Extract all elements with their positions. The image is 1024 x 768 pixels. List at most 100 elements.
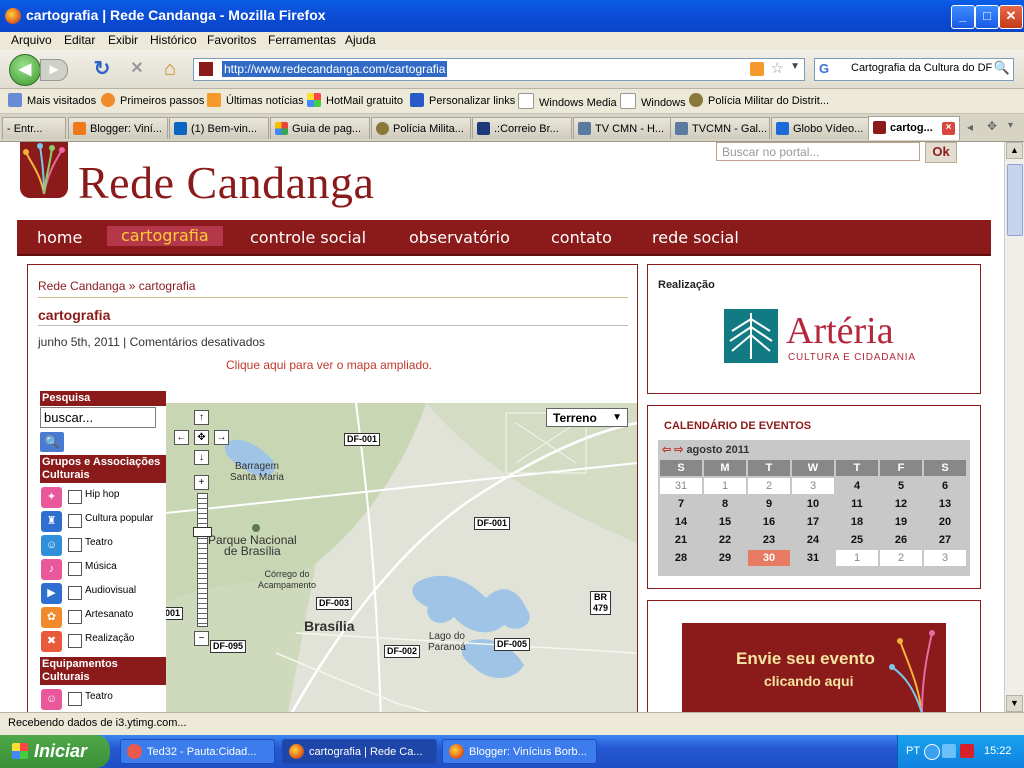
- url-bar[interactable]: http://www.redecandanga.com/cartografia …: [193, 58, 805, 81]
- filter-item-hiphop[interactable]: ✦ Hip hop: [40, 487, 166, 509]
- tab-globo-video[interactable]: Globo Vídeo...: [771, 117, 871, 139]
- portal-search-button[interactable]: Ok: [925, 142, 957, 163]
- map-pan-down-icon[interactable]: ↓: [194, 450, 209, 465]
- tab-correio[interactable]: .:Correio Br...: [472, 117, 572, 139]
- calendar-day[interactable]: 25: [836, 532, 878, 548]
- google-icon[interactable]: G: [819, 61, 829, 76]
- map-zoom-handle[interactable]: [193, 527, 212, 537]
- bookmark-personalizar-links[interactable]: Personalizar links: [410, 93, 515, 107]
- menu-arquivo[interactable]: Arquivo: [11, 33, 52, 47]
- tab-scroll-left-icon[interactable]: ◂: [967, 120, 973, 134]
- scroll-down-icon[interactable]: ▼: [1006, 695, 1023, 712]
- calendar-day[interactable]: 16: [748, 514, 790, 530]
- calendar-day[interactable]: 22: [704, 532, 746, 548]
- calendar-day[interactable]: 31: [792, 550, 834, 566]
- nav-contato[interactable]: contato: [551, 228, 612, 247]
- filter-item-audiovisual[interactable]: ▶ Audiovisual: [40, 583, 166, 605]
- filter-search-button[interactable]: 🔍: [40, 432, 64, 452]
- antivirus-icon[interactable]: [960, 744, 974, 758]
- language-indicator[interactable]: PT: [906, 745, 920, 757]
- tab-blogger[interactable]: Blogger: Viní...: [68, 117, 168, 139]
- menu-ajuda[interactable]: Ajuda: [345, 33, 376, 47]
- filter-search-input[interactable]: buscar...: [40, 407, 156, 428]
- filter-checkbox[interactable]: [68, 634, 82, 648]
- taskbar-item-ted32[interactable]: Ted32 - Pauta:Cidad...: [120, 739, 275, 764]
- tab-tvcmn-h[interactable]: TV CMN - H...: [573, 117, 673, 139]
- nav-observatorio[interactable]: observatório: [409, 228, 510, 247]
- menu-exibir[interactable]: Exibir: [108, 33, 138, 47]
- search-icon[interactable]: 🔍: [994, 60, 1010, 76]
- calendar-day[interactable]: 17: [792, 514, 834, 530]
- filter-item-musica[interactable]: ♪ Música: [40, 559, 166, 581]
- nav-home[interactable]: home: [37, 228, 82, 247]
- bookmark-star-icon[interactable]: ☆: [771, 59, 784, 77]
- tab-menu-icon[interactable]: ▾: [1008, 120, 1013, 131]
- bookmark-primeiros-passos[interactable]: Primeiros passos: [101, 93, 204, 107]
- menu-historico[interactable]: Histórico: [150, 33, 197, 47]
- forward-button[interactable]: ▶: [40, 59, 68, 81]
- calendar-day[interactable]: 24: [792, 532, 834, 548]
- calendar-day[interactable]: 21: [660, 532, 702, 548]
- taskbar-item-cartografia[interactable]: cartografia | Rede Ca...: [282, 739, 437, 764]
- minimize-button[interactable]: _: [951, 5, 975, 29]
- network-icon[interactable]: [942, 744, 956, 758]
- calendar-day-today[interactable]: 30: [748, 550, 790, 566]
- next-month-icon[interactable]: ⇨: [674, 444, 683, 456]
- tab-entrada[interactable]: - Entr...: [2, 117, 66, 139]
- calendar-day[interactable]: 1: [836, 550, 878, 566]
- nav-controle-social[interactable]: controle social: [250, 228, 366, 247]
- tab-guia[interactable]: Guia de pag...: [270, 117, 370, 139]
- calendar-day[interactable]: 9: [748, 496, 790, 512]
- tab-list-icon[interactable]: ✥: [987, 119, 997, 133]
- vertical-scrollbar[interactable]: ▲ ▼: [1004, 142, 1024, 712]
- taskbar-item-blogger[interactable]: Blogger: Vinícius Borb...: [442, 739, 597, 764]
- calendar-day[interactable]: 29: [704, 550, 746, 566]
- map-pan-left-icon[interactable]: ←: [174, 430, 189, 445]
- calendar-day[interactable]: 11: [836, 496, 878, 512]
- filter-checkbox[interactable]: [68, 562, 82, 576]
- calendar-day[interactable]: 2: [880, 550, 922, 566]
- map-zoom-out-icon[interactable]: −: [194, 631, 209, 646]
- tab-policia[interactable]: Polícia Milita...: [371, 117, 471, 139]
- bookmark-ultimas-noticias[interactable]: Últimas notícias: [207, 93, 304, 107]
- map-zoom-slider[interactable]: [197, 493, 208, 627]
- bookmark-hotmail[interactable]: HotMail gratuito: [307, 93, 403, 107]
- search-bar[interactable]: G Cartografia da Cultura do DF 🔍: [814, 58, 1014, 81]
- back-button[interactable]: ◀: [9, 54, 41, 86]
- calendar-day[interactable]: 1: [704, 478, 746, 494]
- calendar-day[interactable]: 2: [748, 478, 790, 494]
- tab-tvcmn-gal[interactable]: TVCMN - Gal...: [670, 117, 770, 139]
- filter-checkbox[interactable]: [68, 514, 82, 528]
- start-button[interactable]: Iniciar: [0, 735, 110, 768]
- map-enlarge-link[interactable]: Clique aqui para ver o mapa ampliado.: [226, 358, 432, 372]
- bookmark-windows-media[interactable]: Windows Media: [518, 93, 617, 109]
- map-type-select[interactable]: Terreno ▼: [546, 408, 628, 427]
- send-event-banner[interactable]: Envie seu evento clicando aqui: [682, 623, 946, 712]
- calendar-day[interactable]: 15: [704, 514, 746, 530]
- tab-cartografia[interactable]: cartog... ×: [868, 116, 960, 140]
- map-pan-up-icon[interactable]: ↑: [194, 410, 209, 425]
- filter-checkbox[interactable]: [68, 610, 82, 624]
- reload-icon[interactable]: ↻: [92, 59, 112, 79]
- calendar-day[interactable]: 3: [924, 550, 966, 566]
- portal-search-input[interactable]: Buscar no portal...: [716, 142, 920, 161]
- url-dropdown-icon[interactable]: ▼: [790, 61, 800, 72]
- map-pan-center-icon[interactable]: ✥: [194, 430, 209, 445]
- stop-icon[interactable]: ✕: [127, 59, 147, 79]
- arteria-name[interactable]: Artéria: [786, 309, 894, 353]
- maximize-button[interactable]: □: [975, 5, 999, 29]
- calendar-day[interactable]: 7: [660, 496, 702, 512]
- scroll-up-icon[interactable]: ▲: [1006, 142, 1023, 159]
- filter-item-artesanato[interactable]: ✿ Artesanato: [40, 607, 166, 629]
- filter-checkbox[interactable]: [68, 490, 82, 504]
- calendar-day[interactable]: 4: [836, 478, 878, 494]
- calendar-day[interactable]: 23: [748, 532, 790, 548]
- home-icon[interactable]: ⌂: [160, 59, 180, 79]
- prev-month-icon[interactable]: ⇦: [662, 444, 671, 456]
- calendar-day[interactable]: 8: [704, 496, 746, 512]
- filter-item-teatro[interactable]: ☺ Teatro: [40, 535, 166, 557]
- calendar-day[interactable]: 6: [924, 478, 966, 494]
- close-button[interactable]: ✕: [999, 5, 1023, 29]
- tab-linkedin[interactable]: (1) Bem-vin...: [169, 117, 269, 139]
- calendar-day[interactable]: 31: [660, 478, 702, 494]
